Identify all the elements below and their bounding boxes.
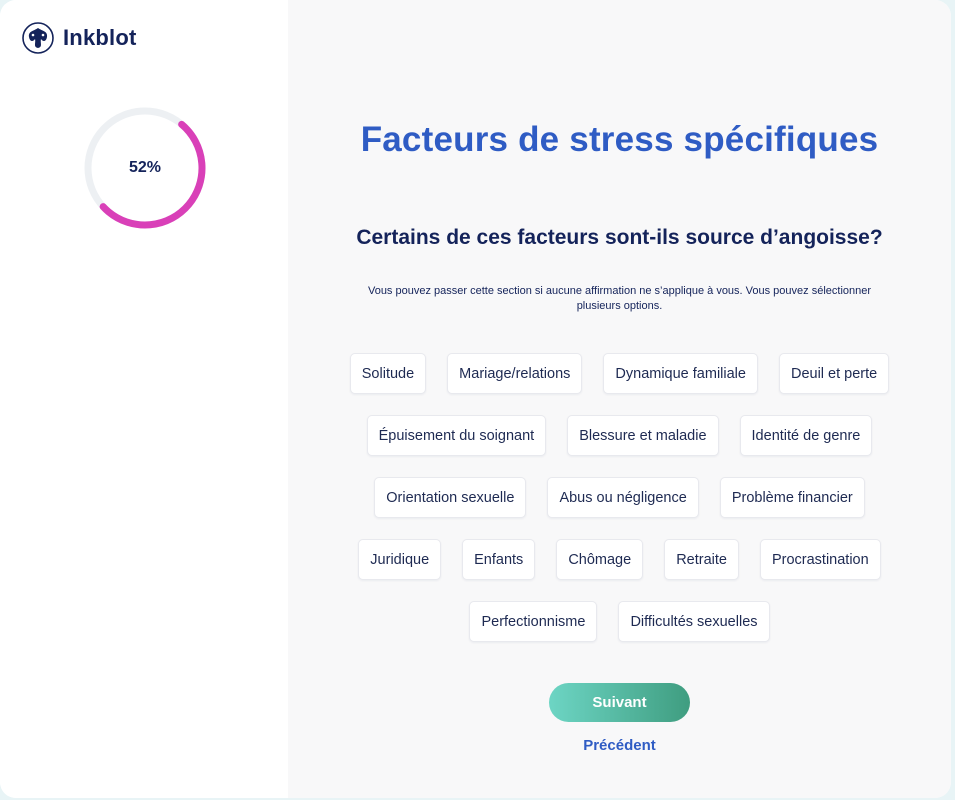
option-chip[interactable]: Problème financier: [719, 477, 865, 518]
question-heading: Certains de ces facteurs sont-ils source…: [356, 226, 883, 249]
instruction-text: Vous pouvez passer cette section si aucu…: [367, 285, 872, 312]
option-chip[interactable]: Identité de genre: [739, 415, 873, 456]
option-chip[interactable]: Difficultés sexuelles: [618, 601, 770, 642]
option-chip[interactable]: Retraite: [664, 539, 739, 580]
option-chip[interactable]: Solitude: [349, 353, 427, 394]
option-chip[interactable]: Blessure et maladie: [567, 415, 719, 456]
progress-ring: 52%: [84, 107, 206, 229]
previous-link[interactable]: Précédent: [288, 737, 951, 754]
sidebar: Inkblot 52%: [0, 0, 288, 798]
option-chip[interactable]: Chômage: [556, 539, 644, 580]
option-chip[interactable]: Abus ou négligence: [547, 477, 699, 518]
brand-logo[interactable]: Inkblot: [22, 22, 137, 54]
option-chip[interactable]: Juridique: [358, 539, 442, 580]
option-chip[interactable]: Deuil et perte: [778, 353, 890, 394]
main-content: Facteurs de stress spécifiques Certains …: [288, 0, 951, 798]
inkblot-logo-icon: [22, 22, 54, 54]
next-button[interactable]: Suivant: [549, 683, 690, 722]
progress-percent: 52%: [128, 159, 162, 176]
option-chip[interactable]: Mariage/relations: [447, 353, 583, 394]
option-list: Solitude Mariage/relations Dynamique famil…: [324, 353, 915, 642]
option-chip[interactable]: Enfants: [462, 539, 536, 580]
option-chip[interactable]: Orientation sexuelle: [374, 477, 527, 518]
option-chip[interactable]: Procrastination: [759, 539, 881, 580]
app-frame: Inkblot 52% Facteurs de stress spécifiqu…: [0, 0, 951, 798]
option-chip[interactable]: Perfectionnisme: [469, 601, 598, 642]
option-chip[interactable]: Épuisement du soignant: [366, 415, 547, 456]
page-title: Facteurs de stress spécifiques: [360, 120, 879, 159]
brand-name: Inkblot: [63, 25, 137, 50]
option-chip[interactable]: Dynamique familiale: [603, 353, 758, 394]
